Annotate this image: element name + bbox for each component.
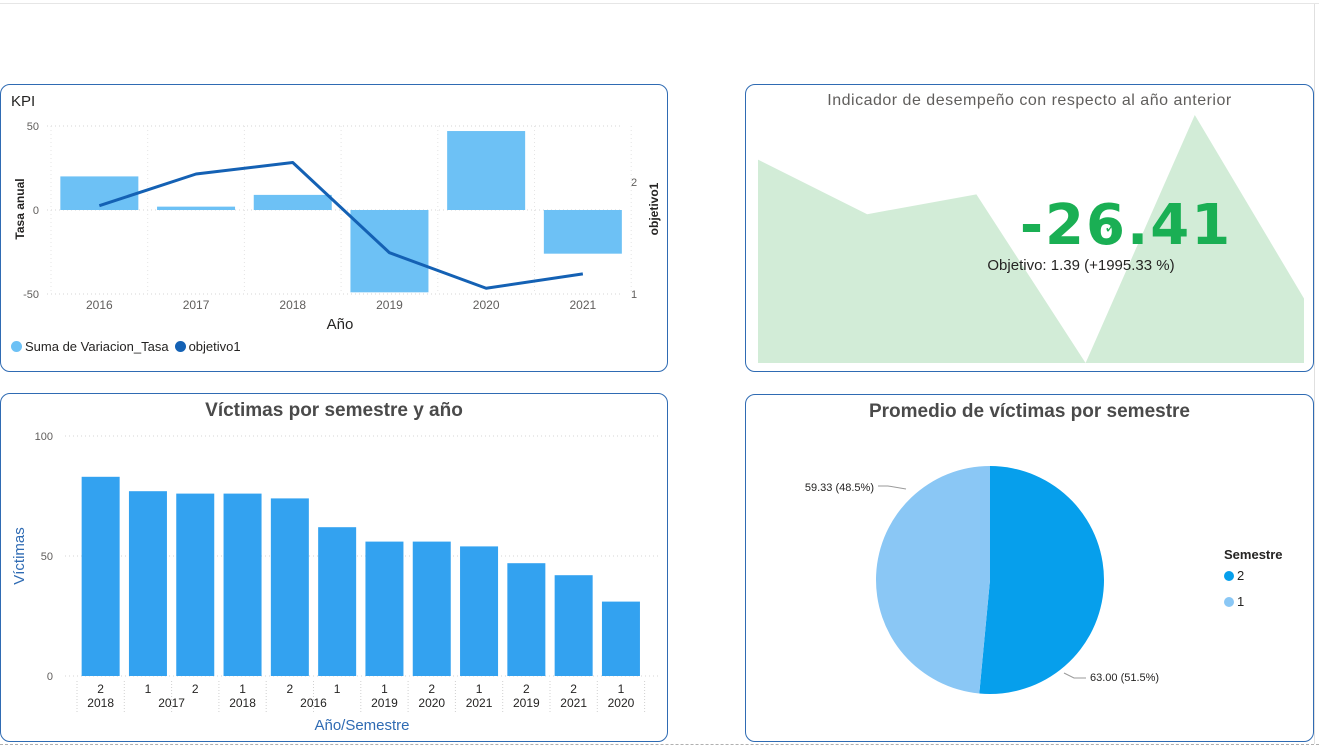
victims-x-axis-label: Año/Semestre (314, 717, 409, 734)
victims-bar (412, 541, 451, 676)
performance-goal: Objetivo: 1.39 (+1995.33 %) (987, 257, 1175, 274)
kpi-x-tick: 2018 (279, 298, 306, 312)
legend-label: Suma de Variacion_Tasa (25, 339, 169, 354)
pie-legend-item[interactable]: 1 (1224, 594, 1244, 609)
pie-slice (979, 466, 1104, 694)
victims-bar (223, 493, 262, 676)
victims-x-tick-year: 2021 (466, 696, 493, 710)
kpi-x-tick: 2016 (86, 298, 113, 312)
victims-x-tick-semester: 2 (287, 682, 294, 696)
kpi-x-tick: 2019 (376, 298, 403, 312)
victims-bar (176, 493, 215, 676)
kpi-y2-tick: 2 (631, 177, 637, 189)
right-border (1314, 4, 1315, 744)
legend-label: objetivo1 (188, 339, 241, 354)
victims-bar (460, 546, 499, 676)
victims-x-tick-year: 2019 (371, 696, 398, 710)
victims-chart: 2 1 2 1 2 1 1 2 1 2 2 12018 2017 2018 2016 2019 2020 2021… (11, 431, 661, 734)
kpi-y-tick: 0 (33, 205, 39, 217)
victims-bar (270, 498, 309, 676)
victims-bar (128, 491, 167, 676)
victims-bar (81, 476, 120, 676)
performance-title: Indicador de desempeño con respecto al a… (827, 92, 1232, 109)
legend-item-bars[interactable]: Suma de Variacion_Tasa (11, 339, 169, 354)
kpi-y-tick: 50 (27, 121, 39, 133)
legend-dot (174, 341, 186, 352)
performance-card[interactable]: Indicador de desempeño con respecto al a… (745, 84, 1314, 372)
kpi-y2-tick: 1 (631, 289, 637, 301)
victims-x-tick-semester: 1 (476, 682, 483, 696)
pie-data-label: 59.33 (48.5%) (805, 482, 874, 494)
victims-x-tick-semester: 1 (334, 682, 341, 696)
victims-x-tick-year: 2019 (513, 696, 540, 710)
victims-bar (507, 563, 546, 676)
pie-data-label: 63.00 (51.5%) (1090, 672, 1159, 684)
kpi-bar (543, 210, 622, 254)
kpi-bar (157, 206, 236, 210)
legend-item-line[interactable]: objetivo1 (174, 339, 241, 354)
victims-x-tick-year: 2020 (418, 696, 445, 710)
victims-y-tick: 0 (47, 671, 53, 683)
victims-x-tick-semester: 2 (97, 682, 104, 696)
performance-value: -26.41 (1019, 193, 1233, 258)
victims-x-tick-year: 2020 (608, 696, 635, 710)
legend-dot (1224, 571, 1234, 581)
kpi-card[interactable]: KPI 2016 2017 2018 2019 2020 2021 50 0 -50 2 … (0, 84, 668, 372)
kpi-y-tick: -50 (23, 289, 39, 301)
victims-x-tick-year: 2018 (87, 696, 114, 710)
victims-card[interactable]: Víctimas por semestre y año 212121121221… (0, 393, 668, 742)
legend-dot (1224, 597, 1234, 607)
kpi-x-tick: 2021 (569, 298, 596, 312)
victims-y-axis-label: Víctimas (11, 527, 28, 585)
kpi-y-axis-label: Tasa anual (13, 178, 27, 239)
pie-card[interactable]: Promedio de víctimas por semestre 63.00 … (745, 394, 1314, 742)
victims-bar (554, 575, 593, 676)
check-icon: ✓ (1104, 220, 1118, 237)
pie-leader-line (1063, 672, 1086, 679)
victims-bar (601, 601, 640, 676)
bottom-border (0, 744, 1319, 745)
victims-x-tick-year: 2021 (560, 696, 587, 710)
victims-x-tick-semester: 1 (239, 682, 246, 696)
victims-x-tick-semester: 1 (381, 682, 388, 696)
kpi-legend: Suma de Variacion_Tasa objetivo1 (11, 339, 241, 354)
legend-dot (11, 341, 22, 352)
kpi-x-tick: 2020 (473, 298, 500, 312)
victims-y-tick: 100 (35, 431, 53, 443)
victims-x-tick-semester: 2 (570, 682, 577, 696)
pie-slice (875, 466, 990, 694)
kpi-x-tick: 2017 (183, 298, 210, 312)
legend-label: 1 (1237, 594, 1245, 609)
pie-legend-item[interactable]: 2 (1224, 568, 1244, 583)
top-border (0, 0, 1319, 4)
kpi-bar (253, 194, 332, 210)
victims-x-tick-semester: 1 (145, 682, 152, 696)
victims-bar (318, 527, 357, 676)
victims-x-tick-semester: 2 (192, 682, 199, 696)
legend-label: 2 (1237, 568, 1245, 583)
kpi-chart: 2016 2017 2018 2019 2020 2021 50 0 -50 2 1 Ta… (13, 121, 661, 333)
victims-x-tick-year: 2018 (229, 696, 256, 710)
victims-y-tick: 50 (41, 551, 53, 563)
kpi-x-axis-label: Año (327, 316, 354, 333)
victims-x-tick-semester: 2 (428, 682, 435, 696)
victims-x-tick-semester: 2 (523, 682, 530, 696)
pie-legend-title: Semestre (1224, 547, 1283, 562)
pie-leader-line (878, 485, 907, 490)
victims-bar (365, 541, 404, 676)
kpi-bar (447, 131, 526, 210)
victims-x-tick-semester: 1 (618, 682, 625, 696)
kpi-y2-axis-label: objetivo1 (647, 182, 661, 235)
